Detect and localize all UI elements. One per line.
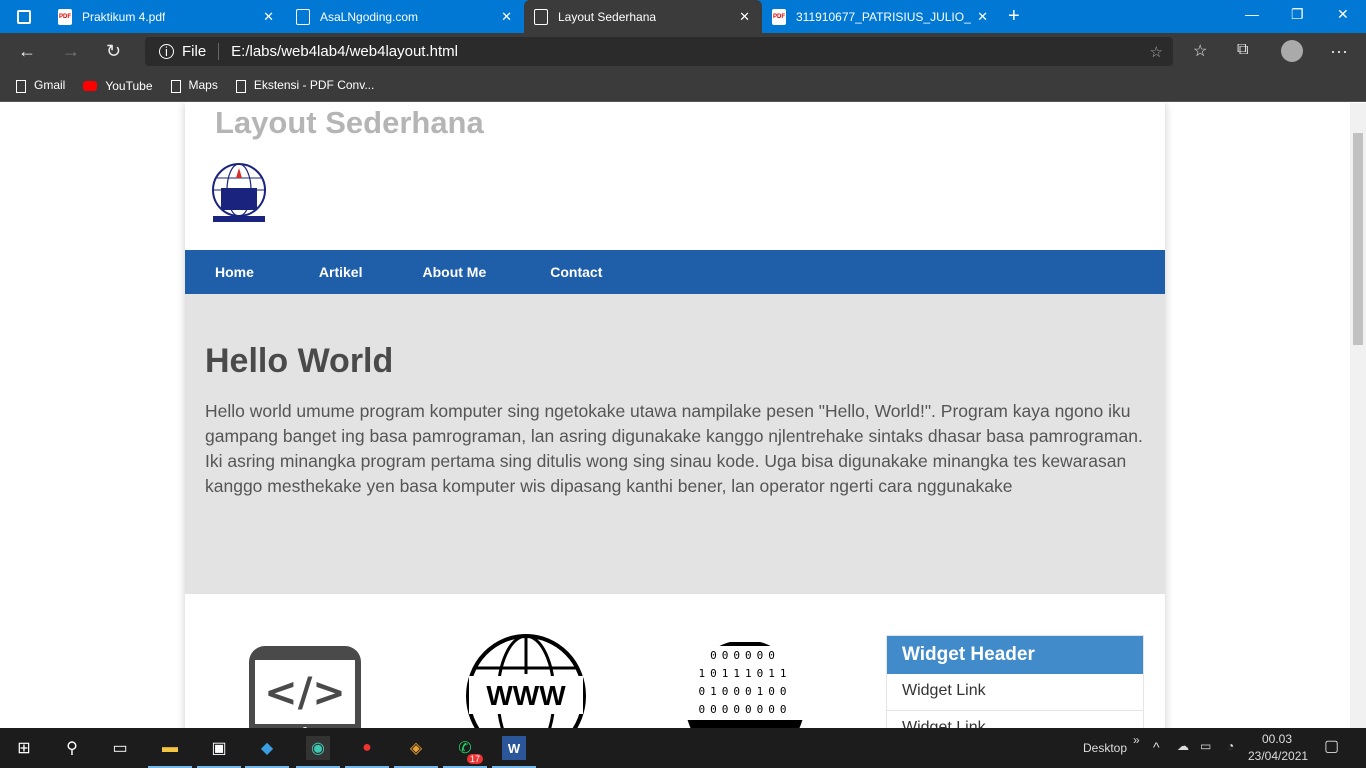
wifi-icon[interactable]: ◔ bbox=[1227, 739, 1234, 753]
hero-text: Hello world umume program komputer sing … bbox=[205, 401, 1143, 496]
code-icon: </> bbox=[249, 646, 361, 728]
binary-row: 00000000 bbox=[699, 703, 792, 716]
word-icon[interactable]: W bbox=[492, 736, 536, 768]
tab-asalngoding[interactable]: AsaLNgoding.com ✕ bbox=[286, 0, 524, 33]
profile-avatar[interactable] bbox=[1281, 40, 1303, 62]
university-logo bbox=[212, 163, 266, 222]
bookmark-ekstensi[interactable]: Ekstensi - PDF Conv... bbox=[235, 78, 375, 93]
youtube-icon bbox=[83, 81, 98, 92]
binary-row: 000000 bbox=[710, 649, 780, 662]
minimize-button[interactable]: — bbox=[1245, 6, 1259, 22]
url-text: E:/labs/web4lab4/web4layout.html bbox=[231, 43, 458, 60]
back-icon[interactable]: ← bbox=[18, 41, 36, 62]
page-icon bbox=[235, 79, 246, 93]
pdf-icon: PDF bbox=[58, 8, 72, 25]
more-icon[interactable]: ··· bbox=[1330, 41, 1348, 62]
onedrive-error-icon[interactable]: ☁ bbox=[1177, 739, 1189, 753]
tab-bar: PDF Praktikum 4.pdf ✕ AsaLNgoding.com ✕ Lay… bbox=[0, 0, 1366, 33]
notification-center-icon[interactable]: ▢ bbox=[1324, 736, 1339, 756]
restore-button[interactable]: ❐ bbox=[1291, 6, 1304, 23]
git-icon[interactable]: ◈ bbox=[394, 736, 438, 768]
main-menu: Home Artikel About Me Contact bbox=[185, 250, 1165, 294]
scrollbar-thumb[interactable] bbox=[1353, 133, 1363, 345]
collections-icon[interactable]: ⧉ bbox=[1237, 41, 1248, 59]
file-explorer-icon[interactable]: ▬ bbox=[148, 736, 192, 768]
tab-label: 311910677_PATRISIUS_JULIO_CE bbox=[796, 9, 971, 24]
page-viewport: Layout Sederhana Home Artikel About Me C… bbox=[0, 103, 1350, 728]
vertical-scrollbar[interactable] bbox=[1350, 103, 1366, 728]
menu-contact[interactable]: Contact bbox=[516, 264, 632, 280]
close-tab-icon[interactable]: ✕ bbox=[263, 9, 274, 25]
clock-date[interactable]: 23/04/2021 bbox=[1248, 749, 1308, 763]
binary-row: 01000100 bbox=[699, 685, 792, 698]
menu-artikel[interactable]: Artikel bbox=[284, 264, 393, 280]
favorites-icon[interactable]: ☆ bbox=[1193, 41, 1207, 61]
edge-icon[interactable]: ◉ bbox=[296, 736, 340, 768]
tab-actions-icon[interactable] bbox=[0, 9, 48, 24]
widget-box: Widget Header Widget Link Widget Link bbox=[886, 635, 1144, 728]
tab-praktikum[interactable]: PDF Praktikum 4.pdf ✕ bbox=[48, 0, 286, 33]
terminal-icon[interactable]: ▣ bbox=[197, 736, 241, 768]
page-icon bbox=[16, 79, 26, 93]
url-field[interactable]: i File E:/labs/web4lab4/web4layout.html … bbox=[145, 37, 1173, 66]
new-tab-button[interactable]: + bbox=[1008, 5, 1020, 28]
page-icon bbox=[534, 8, 548, 25]
tab-label: Layout Sederhana bbox=[558, 9, 657, 24]
task-view-icon[interactable]: ▭ bbox=[108, 736, 132, 760]
show-hidden-icons[interactable]: ^ bbox=[1153, 739, 1160, 755]
menu-about-me[interactable]: About Me bbox=[392, 264, 516, 280]
protocol-label: File bbox=[182, 43, 220, 60]
tab-layout-sederhana[interactable]: Layout Sederhana ✕ bbox=[524, 0, 762, 33]
page-container: Layout Sederhana Home Artikel About Me C… bbox=[185, 103, 1165, 728]
bookmark-label: Maps bbox=[188, 78, 218, 93]
hero-title: Hello World bbox=[205, 342, 394, 380]
clock-time[interactable]: 00.03 bbox=[1262, 732, 1292, 746]
add-favorite-icon[interactable]: ☆ bbox=[1150, 43, 1163, 61]
close-tab-icon[interactable]: ✕ bbox=[501, 9, 512, 25]
tab-label: AsaLNgoding.com bbox=[320, 9, 419, 24]
binary-row: 10111011 bbox=[699, 667, 792, 680]
address-bar-row: ← → ↻ i File E:/labs/web4lab4/web4layout… bbox=[0, 33, 1366, 70]
search-icon[interactable]: ⚲ bbox=[60, 736, 84, 760]
bookmark-label: Ekstensi - PDF Conv... bbox=[253, 78, 375, 93]
www-globe-icon: WWW bbox=[466, 634, 586, 728]
www-text: WWW bbox=[486, 680, 566, 711]
bookmarks-bar: Gmail YouTube Maps Ekstensi - PDF Conv..… bbox=[0, 70, 1366, 102]
tab-label: Praktikum 4.pdf bbox=[82, 9, 166, 24]
whatsapp-icon[interactable]: ✆ 17 bbox=[443, 736, 487, 768]
pdf-icon: PDF bbox=[772, 8, 786, 25]
bookmark-label: YouTube bbox=[105, 78, 153, 93]
tab-patrisius[interactable]: PDF 311910677_PATRISIUS_JULIO_CE ✕ bbox=[762, 0, 1000, 33]
bookmark-label: Gmail bbox=[34, 78, 66, 93]
forward-icon[interactable]: → bbox=[62, 41, 80, 62]
widget-link[interactable]: Widget Link bbox=[887, 674, 1143, 711]
widget-header: Widget Header bbox=[887, 636, 1143, 674]
info-icon[interactable]: i bbox=[159, 44, 174, 59]
bookmark-gmail[interactable]: Gmail bbox=[16, 78, 66, 93]
site-title: Layout Sederhana bbox=[215, 105, 484, 140]
page-icon bbox=[296, 8, 310, 25]
toolbar-expand-icon[interactable]: » bbox=[1133, 733, 1140, 747]
chrome-icon[interactable]: ● bbox=[345, 736, 389, 768]
widget-link[interactable]: Widget Link bbox=[887, 711, 1143, 728]
bookmark-youtube[interactable]: YouTube bbox=[83, 78, 153, 93]
svg-text:</>: </> bbox=[264, 670, 346, 716]
hero-section: Hello World Hello world umume program ko… bbox=[185, 294, 1165, 594]
menu-home[interactable]: Home bbox=[185, 264, 284, 280]
desktop-toolbar[interactable]: Desktop bbox=[1083, 741, 1127, 755]
bookmark-maps[interactable]: Maps bbox=[170, 78, 218, 93]
taskbar: ⊞ ⚲ ▭ ▬ ▣ ◆ ◉ ● ◈ ✆ 17 W Desktop » ^ ☁ ▭ … bbox=[0, 728, 1366, 768]
refresh-icon[interactable]: ↻ bbox=[106, 41, 121, 62]
notification-badge: 17 bbox=[466, 754, 483, 764]
close-tab-icon[interactable]: ✕ bbox=[977, 9, 988, 25]
windows-start-icon[interactable]: ⊞ bbox=[12, 736, 36, 760]
battery-icon[interactable]: ▭ bbox=[1200, 739, 1211, 753]
close-tab-icon[interactable]: ✕ bbox=[739, 9, 750, 25]
close-window-button[interactable]: ✕ bbox=[1337, 6, 1349, 23]
vscode-icon[interactable]: ◆ bbox=[245, 736, 289, 768]
page-icon bbox=[170, 79, 181, 93]
binary-icon: 000000 10111011 01000100 00000000 bbox=[685, 642, 805, 728]
